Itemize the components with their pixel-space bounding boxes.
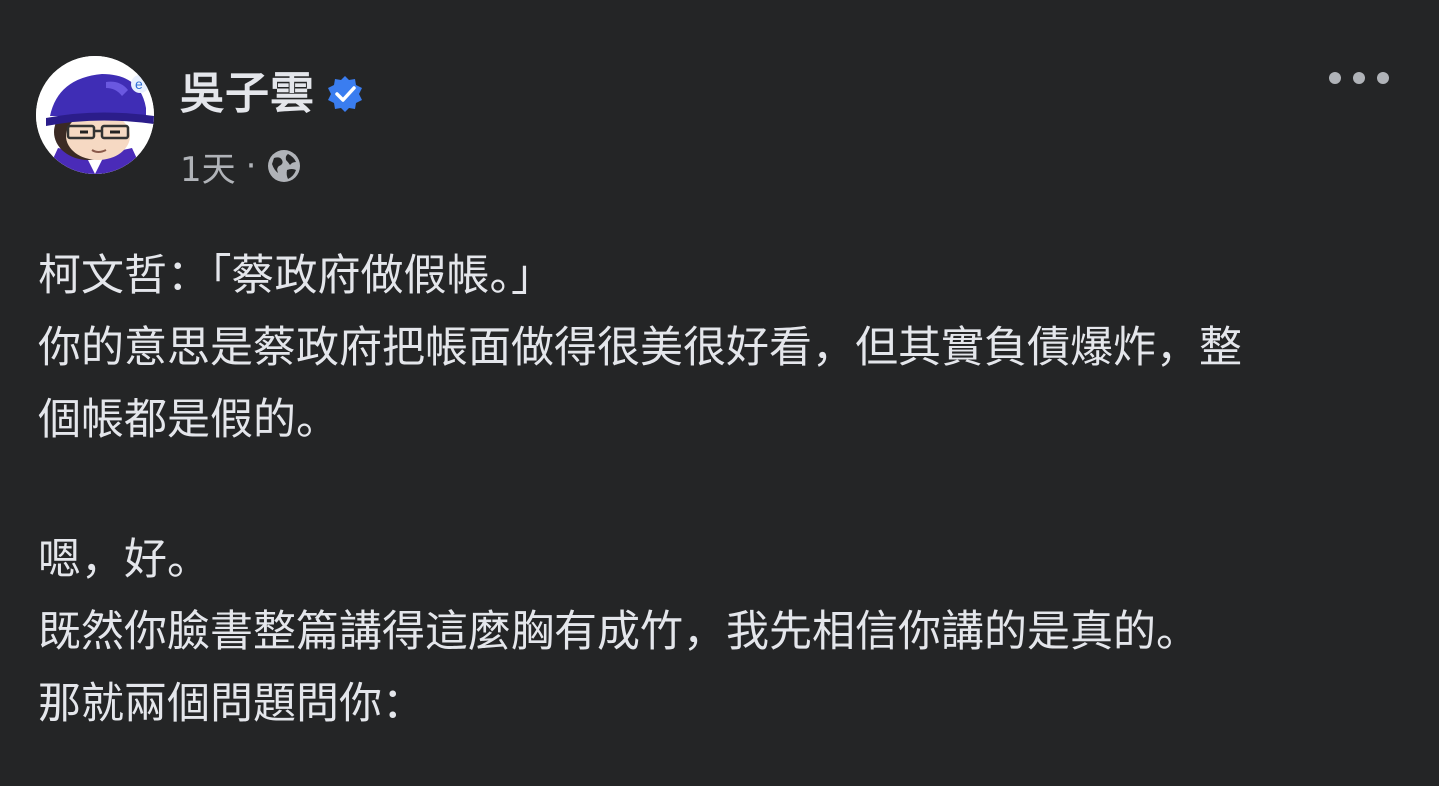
author-avatar[interactable]: e (36, 56, 154, 174)
avatar-cartoon-icon: e (36, 56, 154, 174)
post-text-line: 你的意思是蔡政府把帳面做得很美很好看，但其實負債爆炸，整 (38, 323, 1242, 373)
meta-separator: · (245, 146, 257, 186)
post-text-line: 既然你臉書整篇講得這麼胸有成竹，我先相信你講的是真的。 (38, 607, 1199, 657)
author-header: 吳子雲 (180, 66, 365, 122)
post-text-line: 柯文哲：「蔡政府做假帳。」 (38, 251, 554, 301)
post-meta: 1天 · (180, 142, 302, 191)
post-text-line: 嗯，好。 (38, 535, 210, 585)
facebook-post: e 吳子雲 1天 · 柯文哲：「蔡政府做假帳。」 你的意思是蔡政府把帳面做得很美… (0, 0, 1439, 786)
more-options-icon (1329, 72, 1341, 84)
post-text: 柯文哲：「蔡政府做假帳。」 你的意思是蔡政府把帳面做得很美很好看，但其實負債爆炸… (38, 240, 1408, 740)
globe-icon[interactable] (266, 148, 302, 184)
more-options-icon (1353, 72, 1365, 84)
author-name-link[interactable]: 吳子雲 (180, 66, 315, 122)
verified-badge-icon (325, 74, 365, 114)
svg-text:e: e (135, 76, 143, 92)
post-timestamp[interactable]: 1天 (180, 142, 236, 191)
post-text-line: 個帳都是假的。 (38, 395, 339, 445)
more-options-icon (1377, 72, 1389, 84)
post-text-line: 那就兩個問題問你： (38, 679, 425, 729)
more-options-button[interactable] (1329, 58, 1389, 98)
